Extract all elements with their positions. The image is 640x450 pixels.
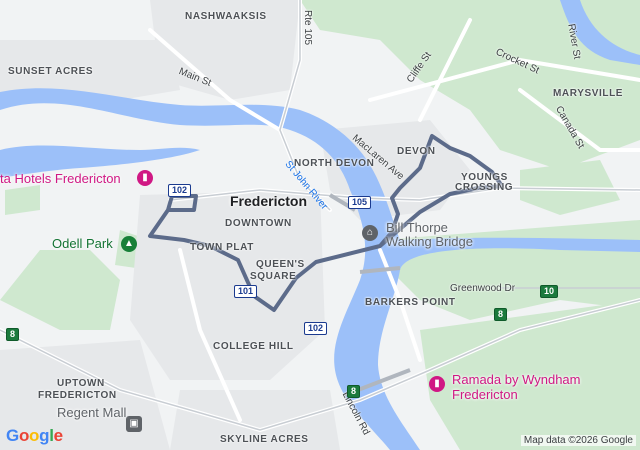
hotel-icon[interactable]: ▮ (429, 376, 445, 392)
route-shield-8c: 8 (494, 308, 508, 321)
label-square: SQUARE (250, 271, 297, 282)
hotel-icon[interactable]: ▮ (137, 170, 153, 186)
tree-icon[interactable]: ▲ (121, 236, 137, 252)
route-shield-8b: 8 (347, 385, 361, 398)
route-shield-102: 102 (168, 184, 192, 197)
label-college-hill: COLLEGE HILL (213, 341, 294, 352)
poi-delta-hotels-label[interactable]: ta Hotels Fredericton (0, 171, 121, 186)
google-logo[interactable]: Google (6, 426, 63, 446)
map-attribution[interactable]: Map data ©2026 Google (520, 435, 636, 446)
route-shield-10: 10 (540, 285, 559, 298)
label-skyline-acres: SKYLINE ACRES (220, 434, 309, 445)
label-queens: QUEEN'S (256, 259, 305, 270)
route-shield-102b: 102 (304, 322, 328, 335)
label-crossing: CROSSING (455, 182, 514, 193)
landmark-icon[interactable]: ⌂ (362, 225, 378, 241)
poi-regent-mall-label[interactable]: Regent Mall (57, 405, 126, 420)
label-rte-105: Rte 105 (302, 9, 314, 46)
route-shield-105: 105 (348, 196, 372, 209)
poi-bridge-label-1[interactable]: Bill Thorpe (386, 220, 448, 235)
label-sunset-acres: SUNSET ACRES (8, 66, 94, 77)
route-shield-8a: 8 (6, 328, 20, 341)
poi-odell-park-label[interactable]: Odell Park (52, 236, 113, 251)
label-downtown: DOWNTOWN (225, 218, 292, 229)
label-north-devon: NORTH DEVON (294, 158, 375, 169)
route-shield-101: 101 (234, 285, 258, 298)
poi-bridge-label-2[interactable]: Walking Bridge (386, 234, 473, 249)
label-uptown: UPTOWN (57, 378, 105, 389)
poi-ramada-label-2[interactable]: Fredericton (452, 387, 518, 402)
label-town-plat: TOWN PLAT (190, 242, 254, 253)
label-city: Fredericton (230, 193, 308, 209)
label-nashwaaksis: NASHWAAKSIS (185, 11, 267, 22)
label-devon: DEVON (397, 146, 436, 157)
label-fredericton-uptown: FREDERICTON (38, 390, 117, 401)
label-marysville: MARYSVILLE (553, 88, 624, 99)
label-barkers-point: BARKERS POINT (365, 297, 456, 308)
label-greenwood-dr: Greenwood Dr (450, 283, 516, 294)
map-canvas[interactable]: NASHWAAKSIS SUNSET ACRES NORTH DEVON DEV… (0, 0, 640, 450)
shopping-icon[interactable]: ▣ (126, 416, 142, 432)
poi-ramada-label-1[interactable]: Ramada by Wyndham (452, 372, 581, 387)
